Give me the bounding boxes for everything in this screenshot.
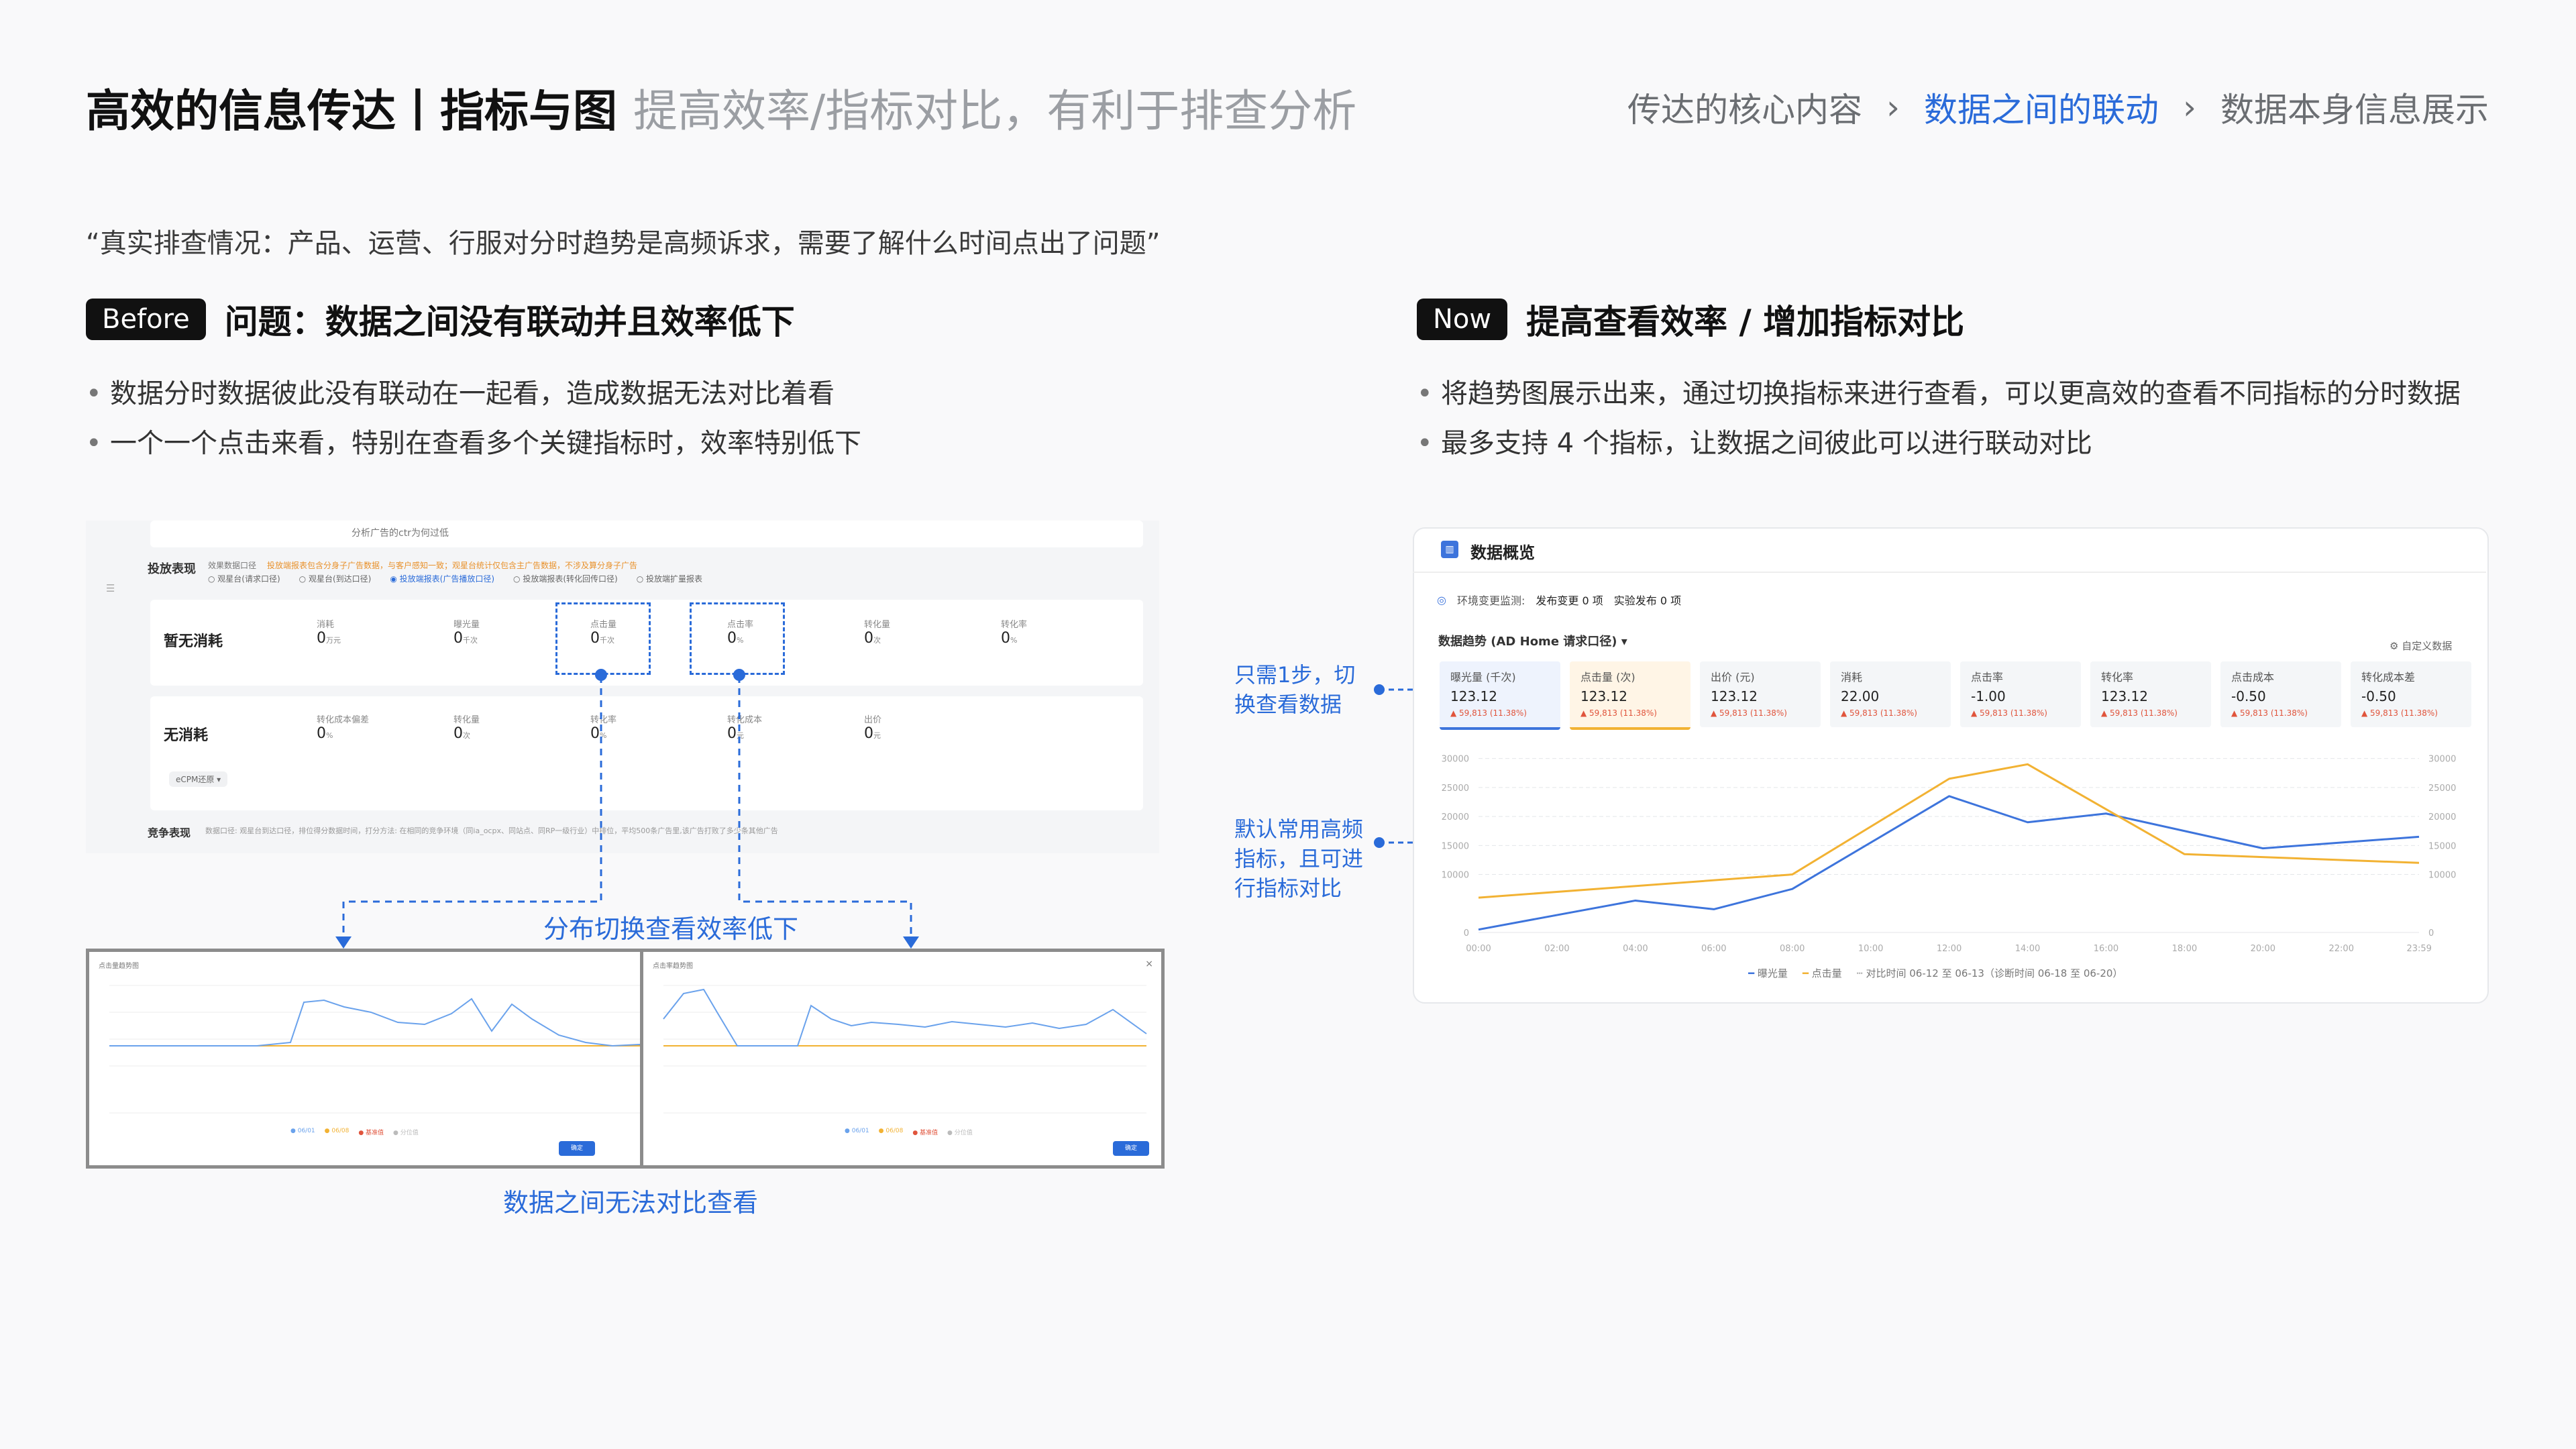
- trend-chart: 0 0 10000 10000 15000 15000 20000 20000 25000 250…: [1442, 755, 2457, 953]
- x-tick-label: 04:00: [1623, 944, 1648, 953]
- y-tick-label: 30000: [1442, 755, 1469, 765]
- kpi-tile-cpa-diff[interactable]: 转化成本差 -0.50 ▲ 59,813 (11.38%): [2351, 661, 2471, 727]
- kpi-tile-ctr[interactable]: 点击率 -1.00 ▲ 59,813 (11.38%): [1960, 661, 2081, 727]
- y-tick-label-right: 30000: [2428, 755, 2456, 765]
- series-line: [1478, 763, 2420, 899]
- env-item[interactable]: 发布变更 0 项: [1536, 592, 1603, 608]
- x-tick-label: 18:00: [2172, 944, 2197, 953]
- trend-dropdown[interactable]: 数据趋势 (AD Home 请求口径) ▾: [1438, 632, 1627, 649]
- x-tick-label: 02:00: [1544, 944, 1569, 953]
- x-tick-label: 00:00: [1466, 944, 1491, 953]
- x-tick-label: 08:00: [1780, 944, 1805, 953]
- y-tick-label-right: 25000: [2428, 784, 2456, 794]
- connector-dot: [1374, 684, 1385, 695]
- y-tick-label: 25000: [1442, 784, 1469, 794]
- y-tick-label-right: 20000: [2428, 812, 2456, 822]
- target-icon: ◎: [1437, 593, 1446, 606]
- x-tick-label: 23:59: [2406, 944, 2431, 953]
- x-tick-label: 20:00: [2251, 944, 2275, 953]
- y-tick-label: 15000: [1442, 841, 1469, 851]
- custom-data-button[interactable]: ⚙ 自定义数据: [2390, 639, 2452, 653]
- settings-icon: ⚙: [2390, 640, 2399, 652]
- divider: [1413, 572, 2486, 573]
- kpi-tile-cpc[interactable]: 点击成本 -0.50 ▲ 59,813 (11.38%): [2220, 661, 2341, 727]
- y-tick-label: 10000: [1442, 871, 1469, 881]
- x-tick-label: 14:00: [2015, 944, 2040, 953]
- env-item[interactable]: 实验发布 0 项: [1614, 592, 1681, 608]
- y-tick-label-right: 0: [2428, 928, 2434, 938]
- env-monitor: ◎ 环境变更监测: 发布变更 0 项 实验发布 0 项: [1437, 592, 1681, 608]
- legend-item-clicks[interactable]: ━ 点击量: [1803, 966, 1842, 980]
- x-tick-label: 06:00: [1701, 944, 1726, 953]
- x-tick-label: 10:00: [1858, 944, 1883, 953]
- y-tick-label: 20000: [1442, 812, 1469, 822]
- kpi-tile-cvr[interactable]: 转化率 123.12 ▲ 59,813 (11.38%): [2090, 661, 2211, 727]
- kpi-tile-clicks[interactable]: 点击量 (次) 123.12 ▲ 59,813 (11.38%): [1570, 661, 1690, 730]
- kpi-tile-bid[interactable]: 出价 (元) 123.12 ▲ 59,813 (11.38%): [1700, 661, 1821, 727]
- x-tick-label: 16:00: [2094, 944, 2118, 953]
- card-title: 数据概览: [1470, 543, 1535, 562]
- y-tick-label: 0: [1464, 928, 1469, 938]
- y-tick-label-right: 10000: [2428, 871, 2456, 881]
- kpi-tile-cost[interactable]: 消耗 22.00 ▲ 59,813 (11.38%): [1830, 661, 1951, 727]
- connector-dot: [1374, 837, 1385, 848]
- x-tick-label: 22:00: [2329, 944, 2354, 953]
- legend-item-compare: ┅ 对比时间 06-12 至 06-13（诊断时间 06-18 至 06-20）: [1856, 967, 2123, 979]
- legend-item-impressions[interactable]: ━ 曝光量: [1748, 966, 1788, 980]
- chart-icon: ▥: [1441, 541, 1458, 558]
- kpi-tile-impressions[interactable]: 曝光量 (千次) 123.12 ▲ 59,813 (11.38%): [1440, 661, 1560, 730]
- trend-legend: ━ 曝光量 ━ 点击量 ┅ 对比时间 06-12 至 06-13（诊断时间 06…: [1748, 966, 2123, 980]
- x-tick-label: 12:00: [1937, 944, 1962, 953]
- y-tick-label-right: 15000: [2428, 841, 2456, 851]
